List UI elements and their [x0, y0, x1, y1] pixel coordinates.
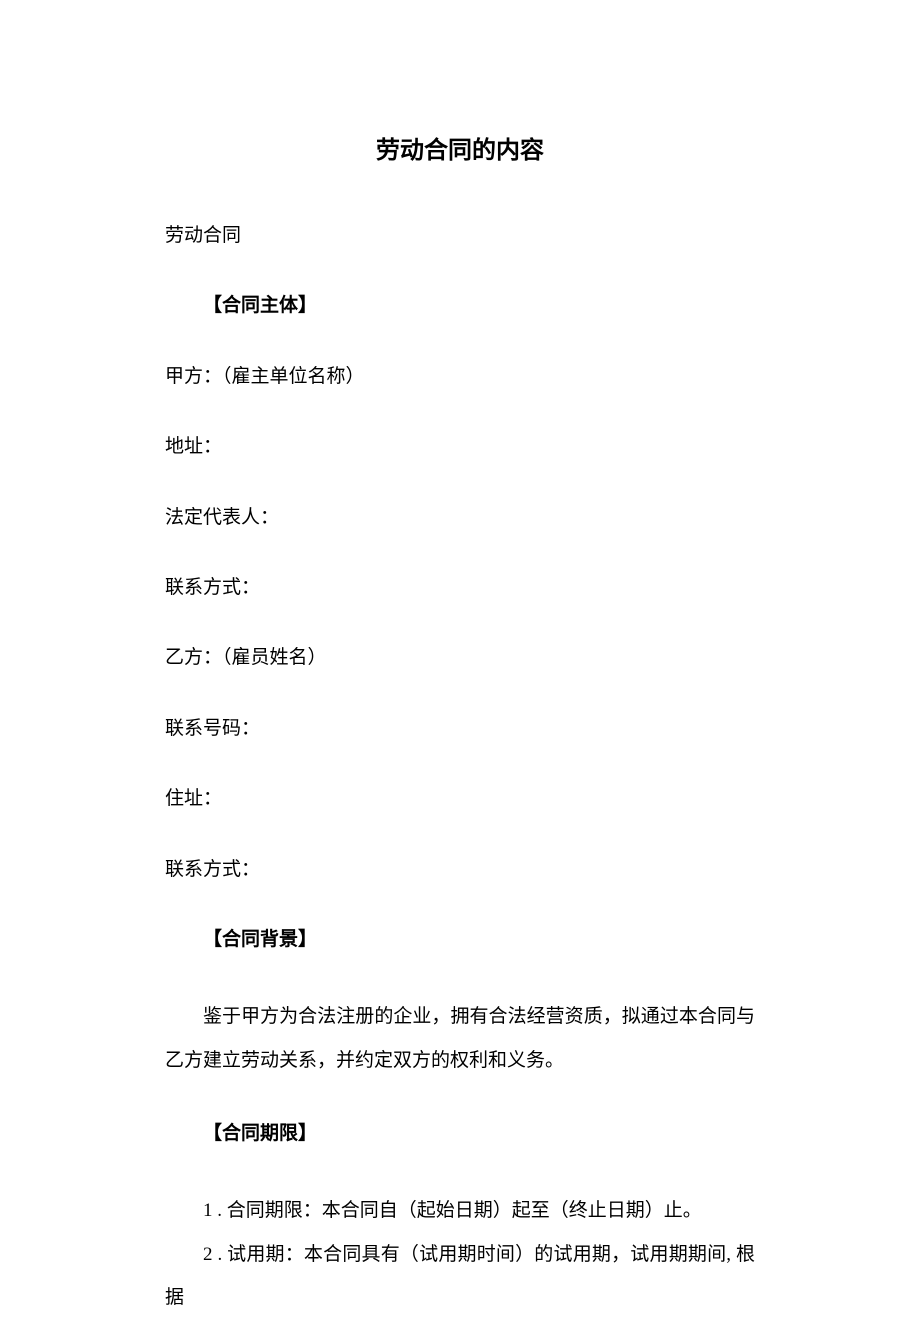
term-item-2: 2 . 试用期：本合同具有（试用期时间）的试用期，试用期期间, 根据 [165, 1233, 755, 1320]
term-item-1: 1 . 合同期限：本合同自（起始日期）起至（终止日期）止。 [165, 1189, 755, 1233]
background-text: 鉴于甲方为合法注册的企业，拥有合法经营资质，拟通过本合同与乙方建立劳动关系，并约… [165, 995, 755, 1082]
section-parties: 【合同主体】 [165, 291, 755, 321]
party-b-name: 乙方：（雇员姓名） [165, 643, 755, 673]
party-a-contact: 联系方式： [165, 573, 755, 603]
party-a-name: 甲方：（雇主单位名称） [165, 362, 755, 392]
party-b-phone: 联系号码： [165, 714, 755, 744]
section-term: 【合同期限】 [165, 1119, 755, 1149]
party-b-contact: 联系方式： [165, 855, 755, 885]
section-background: 【合同背景】 [165, 925, 755, 955]
party-b-address: 住址： [165, 784, 755, 814]
doc-type-label: 劳动合同 [165, 221, 755, 251]
party-a-legal-rep: 法定代表人： [165, 503, 755, 533]
party-a-address: 地址： [165, 432, 755, 462]
page-title: 劳动合同的内容 [165, 130, 755, 165]
